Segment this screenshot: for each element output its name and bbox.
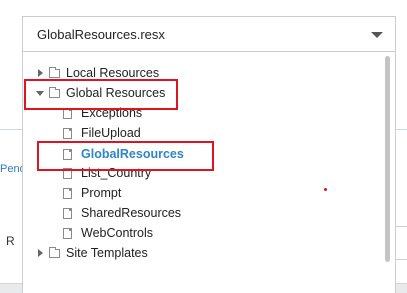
- tree-file-sharedresources[interactable]: SharedResources: [63, 203, 181, 223]
- chevron-down-icon[interactable]: [371, 32, 383, 38]
- tree-file-label: SharedResources: [81, 206, 182, 220]
- file-icon: [63, 187, 72, 199]
- tree-file-fileupload[interactable]: FileUpload: [63, 123, 141, 143]
- annotation-highlight-global-resources: [24, 79, 178, 110]
- tree-node-site-templates[interactable]: Site Templates: [34, 243, 148, 263]
- tree-file-label: FileUpload: [81, 126, 141, 140]
- annotation-dot: [324, 188, 327, 191]
- annotation-highlight-globalresources-file: [37, 141, 214, 171]
- tree-file-label: WebControls: [81, 226, 154, 240]
- tree-file-label: Prompt: [81, 186, 122, 200]
- expand-arrow-icon[interactable]: [34, 247, 46, 259]
- file-icon: [63, 207, 72, 219]
- folder-icon: [49, 66, 60, 78]
- expand-arrow-icon[interactable]: [34, 67, 46, 79]
- dropdown-scrollbar[interactable]: [385, 56, 390, 262]
- file-icon: [63, 127, 72, 139]
- folder-icon: [49, 246, 60, 258]
- tree-file-webcontrols[interactable]: WebControls: [63, 223, 153, 243]
- select-value: GlobalResources.resx: [37, 27, 165, 42]
- tree-node-label: Site Templates: [66, 246, 148, 260]
- background-label-fragment: R: [6, 234, 15, 248]
- file-icon: [63, 227, 72, 239]
- tree-file-prompt[interactable]: Prompt: [63, 183, 121, 203]
- tree-node-label: Local Resources: [66, 66, 160, 80]
- resource-file-select[interactable]: GlobalResources.resx: [22, 16, 396, 52]
